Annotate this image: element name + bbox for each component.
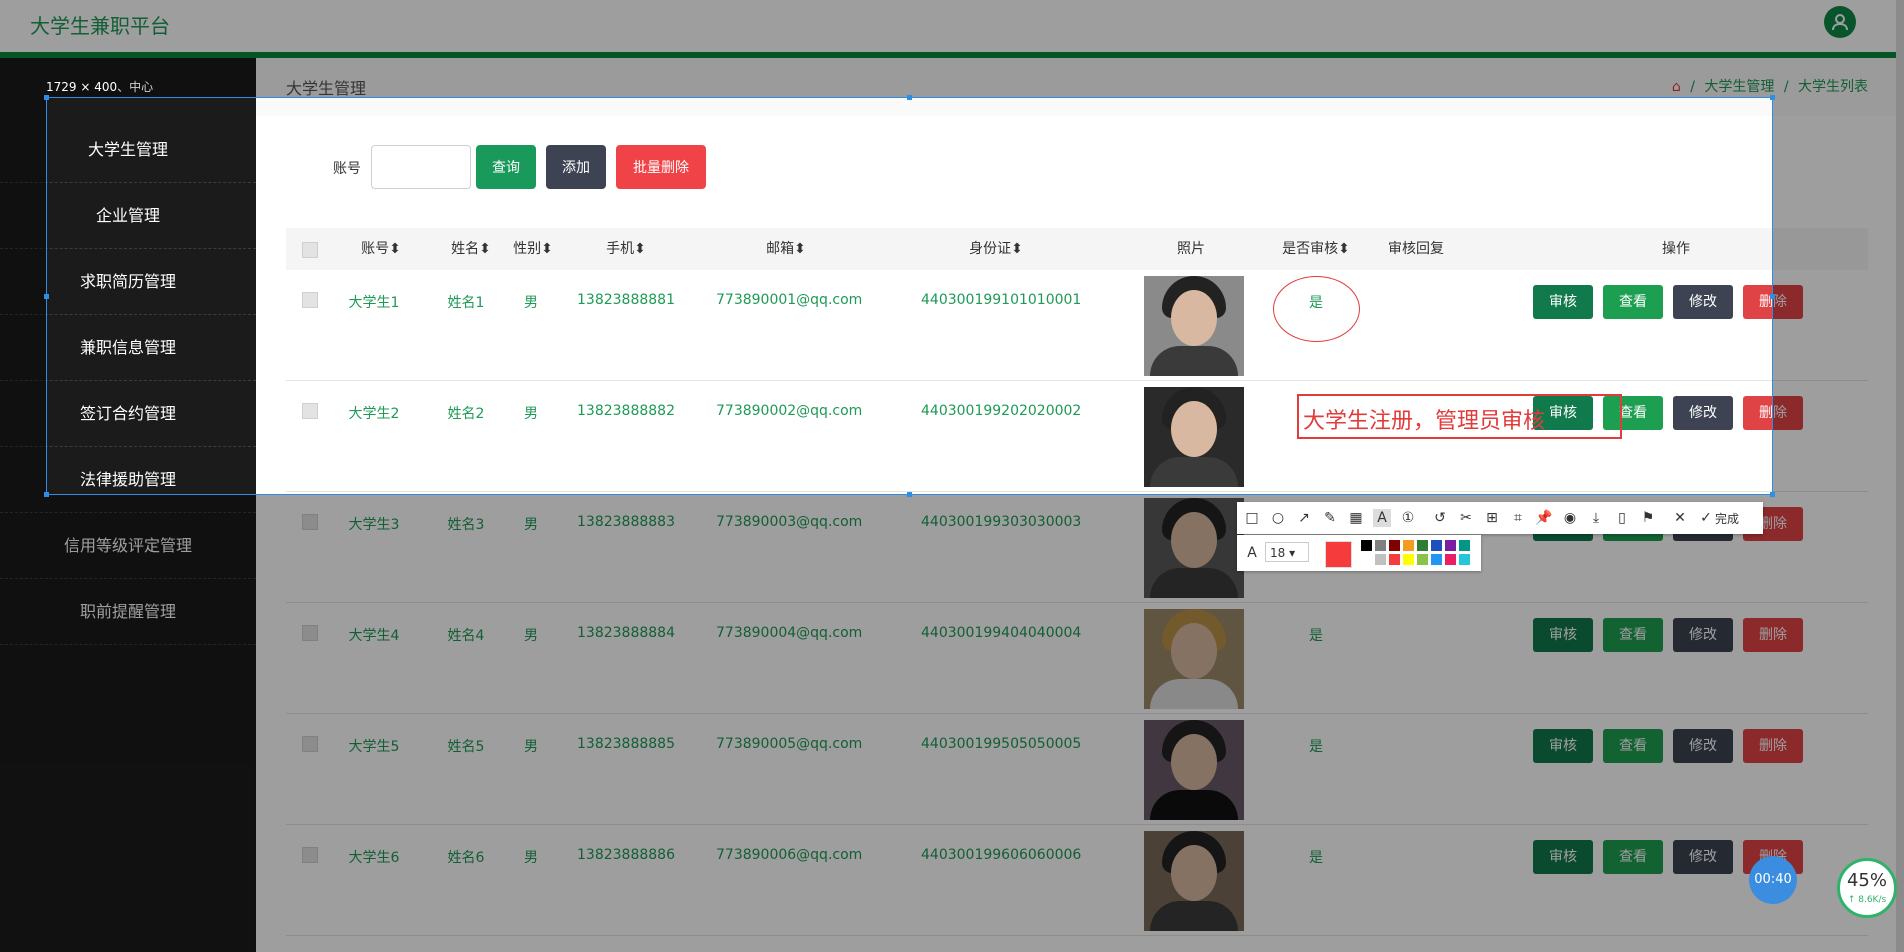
annotation-toolbar: □ ○ ↗ ✎ ▦ A ① ↺ ✂ ⊞ ⌗ 📌 ◉ ⤓ ▯ ⚑ ✕ ✓ 完成 bbox=[1237, 502, 1763, 534]
undo-icon[interactable]: ↺ bbox=[1431, 509, 1449, 527]
number-tool-icon[interactable]: ① bbox=[1399, 509, 1417, 527]
scissors-icon[interactable]: ✂ bbox=[1457, 509, 1475, 527]
color-swatch[interactable] bbox=[1389, 554, 1400, 565]
color-swatch[interactable] bbox=[1431, 554, 1442, 565]
resize-handle[interactable] bbox=[44, 294, 49, 299]
record-icon[interactable]: ◉ bbox=[1561, 509, 1579, 527]
color-swatch[interactable] bbox=[1375, 540, 1386, 551]
color-swatch[interactable] bbox=[1403, 540, 1414, 551]
font-size-select[interactable]: 18 ▾ bbox=[1265, 542, 1309, 562]
resize-handle[interactable] bbox=[44, 492, 49, 497]
arrow-tool-icon[interactable]: ↗ bbox=[1295, 509, 1313, 527]
dim-mask-top bbox=[0, 0, 1904, 97]
ellipse-tool-icon[interactable]: ○ bbox=[1269, 509, 1287, 527]
ellipse-annotation[interactable] bbox=[1273, 276, 1360, 342]
bookmark-icon[interactable]: ⚑ bbox=[1639, 509, 1657, 527]
color-swatch[interactable] bbox=[1459, 554, 1470, 565]
color-swatch[interactable] bbox=[1417, 540, 1428, 551]
color-swatch[interactable] bbox=[1431, 540, 1442, 551]
color-swatch[interactable] bbox=[1445, 554, 1456, 565]
download-icon[interactable]: ⤓ bbox=[1587, 509, 1605, 527]
text-style-toolbar: A 18 ▾ bbox=[1237, 535, 1481, 571]
resize-handle[interactable] bbox=[907, 492, 912, 497]
dim-mask-left bbox=[0, 97, 46, 495]
color-swatch[interactable] bbox=[1403, 554, 1414, 565]
text-tool-icon[interactable]: A bbox=[1373, 509, 1391, 527]
rectangle-tool-icon[interactable]: □ bbox=[1243, 509, 1261, 527]
color-swatch[interactable] bbox=[1389, 540, 1400, 551]
color-swatch[interactable] bbox=[1375, 554, 1386, 565]
resize-handle[interactable] bbox=[1770, 95, 1775, 100]
resize-handle[interactable] bbox=[44, 95, 49, 100]
mosaic-tool-icon[interactable]: ▦ bbox=[1347, 509, 1365, 527]
text-annotation[interactable]: 大学生注册，管理员审核 bbox=[1297, 394, 1622, 439]
done-button[interactable]: 完成 bbox=[1715, 510, 1739, 527]
check-icon[interactable]: ✓ bbox=[1697, 509, 1715, 527]
crop-icon[interactable]: ⌗ bbox=[1509, 509, 1527, 527]
pin-icon[interactable]: 📌 bbox=[1535, 509, 1553, 527]
phone-icon[interactable]: ▯ bbox=[1613, 509, 1631, 527]
record-timer[interactable]: 00:40 bbox=[1749, 856, 1797, 904]
current-color-swatch[interactable] bbox=[1325, 541, 1352, 568]
selection-size-label: 1729 × 400、中心 bbox=[46, 80, 154, 94]
color-swatch[interactable] bbox=[1361, 554, 1372, 565]
color-swatch[interactable] bbox=[1417, 554, 1428, 565]
pen-tool-icon[interactable]: ✎ bbox=[1321, 509, 1339, 527]
dim-mask-right bbox=[1773, 97, 1904, 495]
dim-mask-bottom bbox=[0, 495, 1904, 952]
resize-handle[interactable] bbox=[907, 95, 912, 100]
resize-handle[interactable] bbox=[1770, 492, 1775, 497]
close-icon[interactable]: ✕ bbox=[1671, 509, 1689, 527]
network-gauge: 45% ↑ 8.6K/s bbox=[1837, 858, 1897, 918]
color-swatch[interactable] bbox=[1361, 540, 1372, 551]
font-icon: A bbox=[1247, 545, 1257, 561]
resize-handle[interactable] bbox=[1770, 294, 1775, 299]
color-swatch[interactable] bbox=[1459, 540, 1470, 551]
color-swatch[interactable] bbox=[1445, 540, 1456, 551]
ocr-icon[interactable]: ⊞ bbox=[1483, 509, 1501, 527]
